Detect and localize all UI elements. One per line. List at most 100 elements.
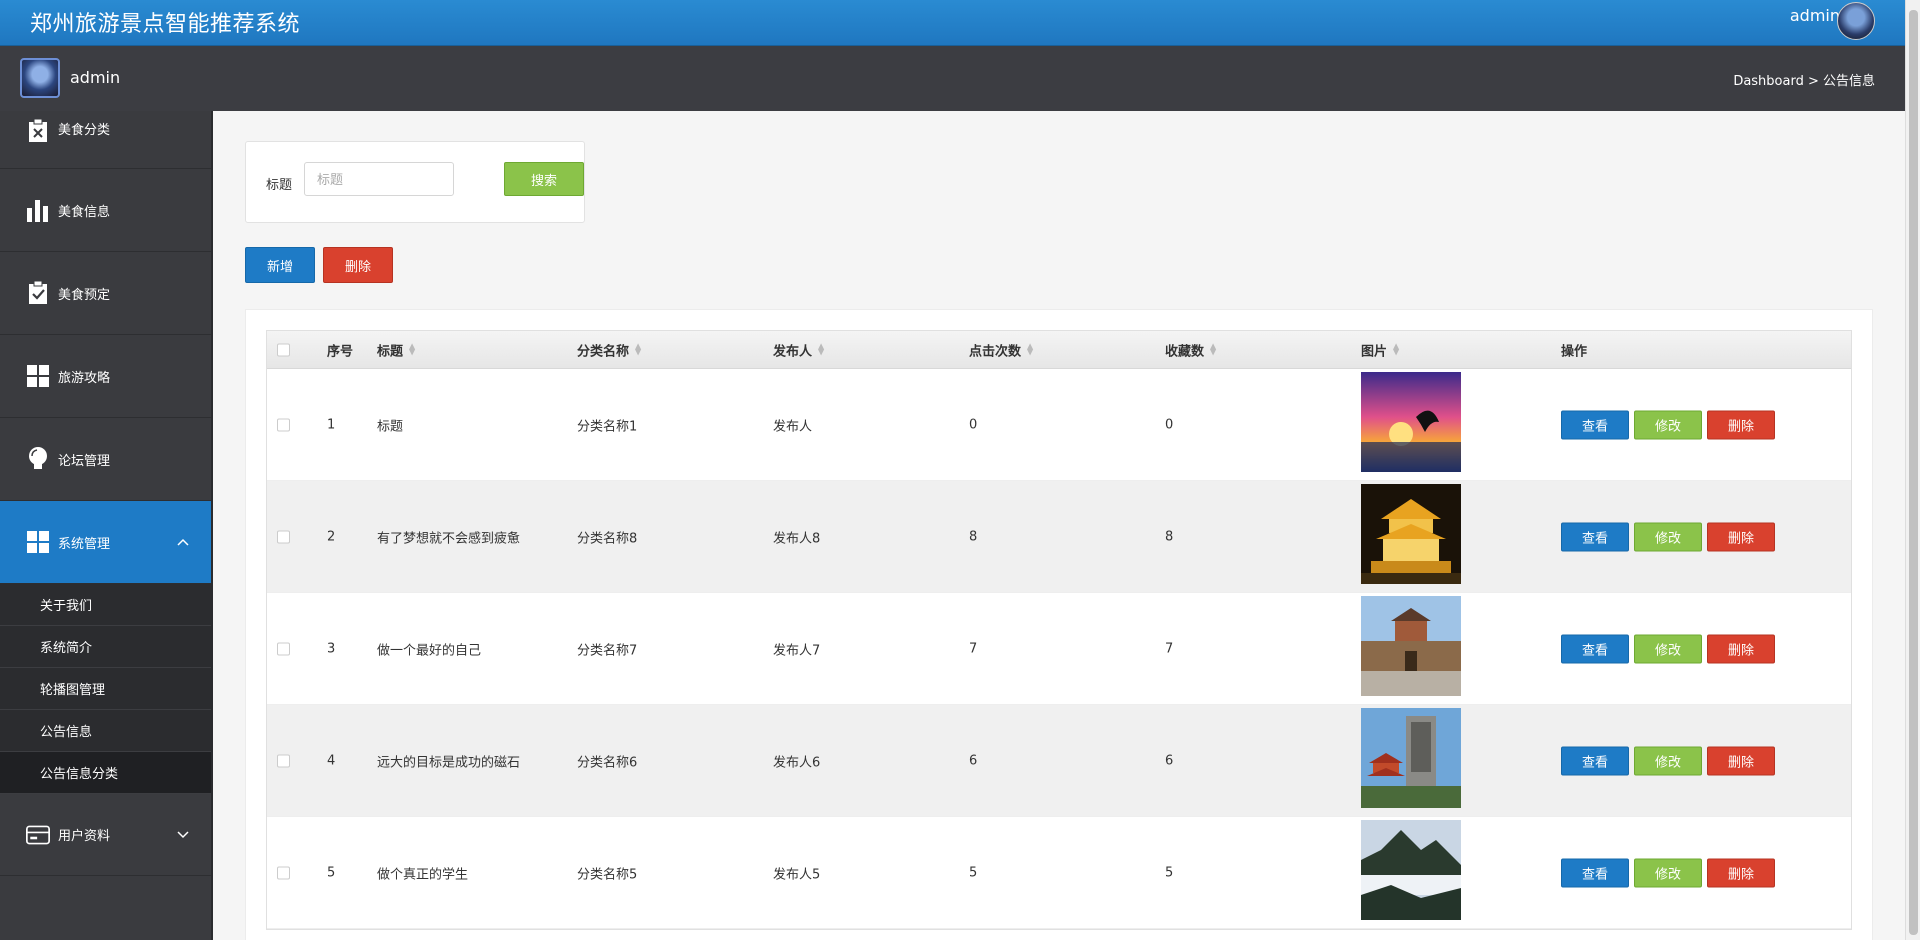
delete-button[interactable]: 删除 [1707,634,1775,663]
row-checkbox[interactable] [277,418,290,431]
cell-clicks: 6 [969,753,978,768]
page-scrollbar[interactable] [1905,0,1920,940]
edit-button[interactable]: 修改 [1634,634,1702,663]
sidebar-item-label: 旅游攻略 [58,370,111,386]
table-row: 2 有了梦想就不会感到疲惫 分类名称8 发布人8 8 8 查看 修改 删除 [267,481,1851,593]
add-button[interactable]: 新增 [245,247,315,283]
table-row: 4 远大的目标是成功的磁石 分类名称6 发布人6 6 6 查看 修改 删除 [267,705,1851,817]
cell-category: 分类名称7 [577,643,638,658]
header-avatar[interactable] [1837,2,1875,40]
view-button[interactable]: 查看 [1561,746,1629,775]
cell-no: 5 [327,865,336,880]
header-title-sort[interactable]: 标题 ▲ ▼ [377,340,415,359]
header-favorites-sort[interactable]: 收藏数 ▲ ▼ [1165,340,1216,359]
table-row: 1 标题 分类名称1 发布人 0 0 查看 修改 删除 [267,369,1851,481]
view-button[interactable]: 查看 [1561,858,1629,887]
delete-button[interactable]: 删除 [1707,746,1775,775]
sort-icon: ▲ ▼ [1210,341,1217,357]
row-checkbox[interactable] [277,642,290,655]
sidebar-item-food-info[interactable]: 美食信息 [0,169,211,252]
header-publisher-sort[interactable]: 发布人 ▲ ▼ [773,340,824,359]
cell-category: 分类名称1 [577,419,638,434]
cell-category: 分类名称8 [577,531,638,546]
edit-button[interactable]: 修改 [1634,522,1702,551]
cell-publisher: 发布人7 [773,643,821,658]
table-panel: 序号 标题 ▲ ▼ 分类名称 ▲ ▼ 发布人 ▲ ▼ 点击次数 ▲ ▼ 收藏数 ▲ ▼ 图片 ▲ ▼ 操… [245,309,1873,940]
cell-no: 1 [327,417,336,432]
sidebar-item-label: 论坛管理 [58,453,111,469]
sidebar-item-user-profile[interactable]: 用户资料 [0,794,211,876]
bar-chart-icon [26,198,50,222]
sidebar: 美食分类 美食信息 美食预定 旅游攻略 论坛管理 系统管理 关于我们 系统简介 … [0,111,213,940]
edit-button[interactable]: 修改 [1634,746,1702,775]
view-button[interactable]: 查看 [1561,410,1629,439]
sidebar-username: admin [70,68,121,87]
system-submenu: 关于我们 系统简介 轮播图管理 公告信息 公告信息分类 [0,584,211,794]
delete-button[interactable]: 删除 [1707,410,1775,439]
row-checkbox[interactable] [277,530,290,543]
cell-clicks: 5 [969,865,978,880]
search-input[interactable] [304,162,454,196]
search-button[interactable]: 搜索 [504,162,584,196]
header-clicks-sort[interactable]: 点击次数 ▲ ▼ [969,340,1033,359]
announcement-table: 序号 标题 ▲ ▼ 分类名称 ▲ ▼ 发布人 ▲ ▼ 点击次数 ▲ ▼ 收藏数 ▲ ▼ 图片 ▲ ▼ 操… [266,330,1852,930]
table-row: 5 做个真正的学生 分类名称5 发布人5 5 5 查看 修改 删除 [267,817,1851,929]
cell-favorites: 5 [1165,865,1174,880]
clipboard-check-icon [26,281,50,305]
select-all-checkbox[interactable] [277,343,290,356]
delete-button[interactable]: 删除 [1707,522,1775,551]
sort-icon: ▲ ▼ [1027,341,1034,357]
delete-button[interactable]: 删除 [1707,858,1775,887]
sidebar-item-forum[interactable]: 论坛管理 [0,418,211,501]
cell-favorites: 0 [1165,417,1174,432]
sub-header: admin Dashboard > 公告信息 [0,46,1905,111]
edit-button[interactable]: 修改 [1634,410,1702,439]
sidebar-item-system[interactable]: 系统管理 [0,501,211,584]
row-checkbox[interactable] [277,754,290,767]
batch-delete-button[interactable]: 删除 [323,247,393,283]
submenu-about-us[interactable]: 关于我们 [0,584,211,626]
sidebar-item-label: 美食预定 [58,287,111,303]
submenu-carousel[interactable]: 轮播图管理 [0,668,211,710]
header-clicks: 点击次数 [969,344,1022,359]
cell-publisher: 发布人5 [773,867,821,882]
sidebar-item-food-booking[interactable]: 美食预定 [0,252,211,335]
sort-icon: ▲ ▼ [1393,341,1400,357]
cell-favorites: 6 [1165,753,1174,768]
header-category: 分类名称 [577,344,630,359]
chevron-up-icon [177,535,189,549]
sidebar-item-label: 用户资料 [58,829,111,844]
table-row: 3 做一个最好的自己 分类名称7 发布人7 7 7 查看 修改 删除 [267,593,1851,705]
header-category-sort[interactable]: 分类名称 ▲ ▼ [577,340,641,359]
view-button[interactable]: 查看 [1561,634,1629,663]
sidebar-item-food-category[interactable]: 美食分类 [0,111,211,169]
submenu-announcement[interactable]: 公告信息 [0,710,211,752]
header-no: 序号 [327,344,354,359]
top-header: 郑州旅游景点智能推荐系统 admin [0,0,1905,46]
cell-favorites: 7 [1165,641,1174,656]
sidebar-item-label: 美食信息 [58,204,111,220]
header-actions: 操作 [1561,344,1588,359]
sort-icon: ▲ ▼ [818,341,825,357]
sidebar-item-travel-guide[interactable]: 旅游攻略 [0,335,211,418]
cell-title: 有了梦想就不会感到疲惫 [377,531,521,546]
sort-icon: ▲ ▼ [635,341,642,357]
view-button[interactable]: 查看 [1561,522,1629,551]
cell-no: 4 [327,753,336,768]
header-image-sort[interactable]: 图片 ▲ ▼ [1361,340,1399,359]
header-username[interactable]: admin [1790,6,1840,25]
sidebar-avatar [20,58,60,98]
scrollbar-thumb[interactable] [1909,10,1918,935]
submenu-system-intro[interactable]: 系统简介 [0,626,211,668]
row-checkbox[interactable] [277,866,290,879]
table-header: 序号 标题 ▲ ▼ 分类名称 ▲ ▼ 发布人 ▲ ▼ 点击次数 ▲ ▼ 收藏数 ▲ ▼ 图片 ▲ ▼ 操… [267,331,1851,369]
row-image [1361,820,1461,920]
edit-button[interactable]: 修改 [1634,858,1702,887]
main-content: 标题 搜索 新增 删除 序号 标题 ▲▼ 分类名称 ▲▼ 发布人 ▲▼ 点击次数 ▲▼ … [215,111,1905,940]
sidebar-item-label: 系统管理 [58,536,111,552]
submenu-announcement-category[interactable]: 公告信息分类 [0,752,211,794]
header-favorites: 收藏数 [1165,344,1205,359]
app-title: 郑州旅游景点智能推荐系统 [30,12,301,37]
cell-category: 分类名称5 [577,867,638,882]
row-image [1361,484,1461,584]
